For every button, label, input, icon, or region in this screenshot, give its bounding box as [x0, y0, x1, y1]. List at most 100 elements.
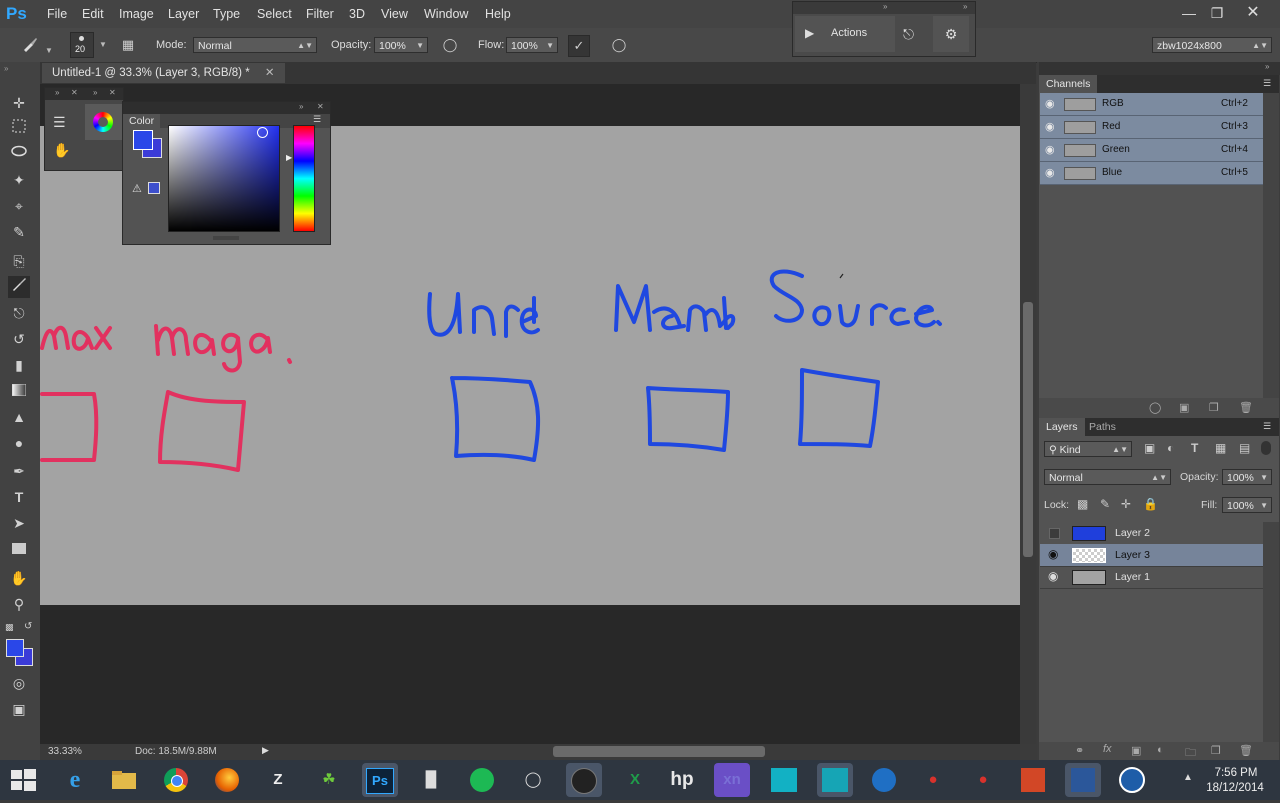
hp-icon[interactable]: hp — [664, 763, 700, 797]
fill-field[interactable]: 100% ▼ — [1222, 497, 1272, 513]
unreal-engine-icon[interactable] — [1114, 763, 1150, 797]
color-tab[interactable]: Color — [123, 114, 161, 128]
move-tool-icon[interactable]: ✛ — [8, 92, 30, 114]
filter-type-icon[interactable]: T — [1191, 441, 1198, 455]
color-picker-cursor[interactable] — [257, 127, 268, 138]
channel-row-blue[interactable]: ◉ Blue Ctrl+5 — [1040, 162, 1263, 185]
gradient-tool-icon[interactable] — [8, 380, 30, 402]
close-icon[interactable]: ✕ — [1238, 2, 1268, 24]
hue-slider-handle-icon[interactable]: ▶ — [286, 153, 292, 162]
panel-menu-icon[interactable]: ☰ — [313, 114, 321, 125]
channel-row-red[interactable]: ◉ Red Ctrl+3 — [1040, 116, 1263, 139]
menu-image[interactable]: Image — [119, 7, 154, 21]
brush-panel-icon[interactable]: ▦ — [118, 35, 138, 55]
horizontal-scroll-thumb[interactable] — [553, 746, 765, 757]
eye-icon[interactable]: ◉ — [1045, 120, 1055, 133]
path-selection-icon[interactable]: ➤ — [8, 512, 30, 534]
adjustments-icon[interactable]: ☰ — [53, 114, 66, 131]
3dcoat-icon[interactable]: █ — [413, 763, 449, 797]
rectangle-tool-icon[interactable] — [8, 538, 30, 560]
panel-header[interactable]: » — [1039, 62, 1280, 75]
filter-adjustment-icon[interactable]: ◐ — [1167, 441, 1174, 455]
collapse-icon[interactable]: » — [1265, 62, 1269, 71]
xnview-icon[interactable]: xn — [714, 763, 750, 797]
menu-select[interactable]: Select — [257, 7, 292, 21]
menu-filter[interactable]: Filter — [306, 7, 334, 21]
collapse-icon[interactable]: » — [883, 2, 887, 11]
pressure-opacity-icon[interactable]: ◯ — [440, 35, 460, 55]
show-hidden-icons-icon[interactable]: ▲ — [1183, 772, 1193, 783]
app-c-icon[interactable]: ◯ — [515, 763, 551, 797]
close-icon[interactable]: ✕ — [109, 88, 116, 97]
out-of-gamut-warning-icon[interactable]: ⚠ — [132, 182, 142, 195]
internet-explorer-icon[interactable]: e — [57, 763, 93, 797]
firefox-icon[interactable] — [209, 763, 245, 797]
panel-menu-icon[interactable]: ☰ — [1263, 78, 1271, 89]
close-tab-icon[interactable]: ✕ — [265, 67, 275, 79]
collapse-icon[interactable]: » — [963, 2, 967, 11]
tool-presets-icon[interactable]: ⚙ — [933, 16, 969, 52]
layer-filter-dropdown[interactable]: ⚲ Kind ▲▼ — [1044, 441, 1132, 457]
gamut-color-swatch[interactable] — [148, 182, 160, 194]
trash-icon[interactable]: 🗑 — [1239, 401, 1253, 414]
default-colors-icon[interactable]: ▩ — [5, 622, 14, 633]
photoshop-taskbar-icon[interactable]: Ps — [362, 763, 398, 797]
close-icon[interactable]: ✕ — [71, 88, 78, 97]
mode-dropdown[interactable]: Normal ▲▼ — [193, 37, 317, 53]
clock-time[interactable]: 7:56 PM — [1206, 767, 1266, 779]
quick-mask-icon[interactable]: ◎ — [8, 672, 30, 694]
menu-help[interactable]: Help — [485, 7, 511, 21]
lasso-tool-icon[interactable] — [8, 143, 30, 165]
screen-mode-icon[interactable]: ▣ — [8, 698, 30, 720]
actions-button[interactable]: ▶ Actions — [795, 16, 895, 52]
crop-tool-icon[interactable]: ⌖ — [8, 195, 30, 217]
collapse-icon[interactable]: » — [55, 88, 59, 97]
pressure-size-icon[interactable]: ◯ — [609, 35, 629, 55]
filter-toggle[interactable] — [1261, 441, 1271, 455]
maya-icon[interactable] — [817, 763, 853, 797]
layer-opacity-field[interactable]: 100% ▼ — [1222, 469, 1272, 485]
menu-file[interactable]: File — [47, 7, 67, 21]
history-brush-icon[interactable]: ↺ — [8, 328, 30, 350]
chrome-icon[interactable] — [158, 763, 194, 797]
panel-header[interactable]: » » — [793, 2, 975, 14]
workspace-dropdown[interactable]: zbw1024x800 ▲▼ — [1152, 37, 1272, 53]
layer-row-layer-1[interactable]: ◉ Layer 1 — [1040, 566, 1263, 589]
blend-mode-dropdown[interactable]: Normal ▲▼ — [1044, 469, 1171, 485]
type-tool-icon[interactable]: T — [8, 486, 30, 508]
foreground-color-swatch[interactable] — [6, 639, 24, 657]
eye-icon[interactable]: ◉ — [1048, 569, 1058, 583]
marmoset-icon[interactable] — [566, 763, 602, 797]
filter-smart-object-icon[interactable]: ▤ — [1239, 441, 1250, 455]
panel-header[interactable]: » ✕ — [123, 102, 330, 114]
add-mask-icon[interactable]: ▣ — [1131, 744, 1141, 757]
filter-pixel-icon[interactable]: ▣ — [1144, 441, 1155, 455]
dodge-tool-icon[interactable]: ● — [8, 432, 30, 454]
magic-wand-icon[interactable]: ✦ — [8, 169, 30, 191]
eye-icon[interactable]: ◉ — [1045, 166, 1055, 179]
airbrush-icon[interactable]: ✓ — [568, 35, 590, 57]
new-layer-icon[interactable]: ❐ — [1211, 744, 1221, 757]
status-menu-icon[interactable]: ▶ — [262, 745, 269, 756]
blur-tool-icon[interactable]: ▲ — [8, 406, 30, 428]
paths-tab[interactable]: Paths — [1089, 421, 1116, 433]
word-icon[interactable] — [1065, 763, 1101, 797]
adjustment-layer-icon[interactable]: ◐ — [1157, 744, 1164, 756]
clone-stamp-icon[interactable]: ⎋ — [8, 302, 30, 324]
hue-slider[interactable] — [293, 125, 315, 232]
start-button[interactable] — [8, 766, 38, 794]
lock-position-icon[interactable]: ✛ — [1121, 497, 1131, 511]
brush-presets-icon[interactable]: ✋ — [53, 142, 70, 159]
layer-row-layer-2[interactable]: Layer 2 — [1040, 522, 1263, 545]
channels-scrollbar[interactable] — [1263, 93, 1279, 398]
history-icon[interactable]: ⎋ — [903, 26, 914, 43]
substance-icon[interactable]: ☘ — [311, 763, 347, 797]
menu-layer[interactable]: Layer — [168, 7, 199, 21]
substance-painter-icon[interactable]: ● — [965, 763, 1001, 797]
panel-menu-icon[interactable]: ☰ — [1263, 421, 1271, 432]
eye-icon[interactable]: ◉ — [1045, 143, 1055, 156]
menu-type[interactable]: Type — [213, 7, 240, 21]
swap-colors-icon[interactable]: ↺ — [24, 621, 32, 632]
flow-field[interactable]: 100% ▼ — [506, 37, 558, 53]
collapse-icon[interactable]: » — [4, 64, 8, 73]
